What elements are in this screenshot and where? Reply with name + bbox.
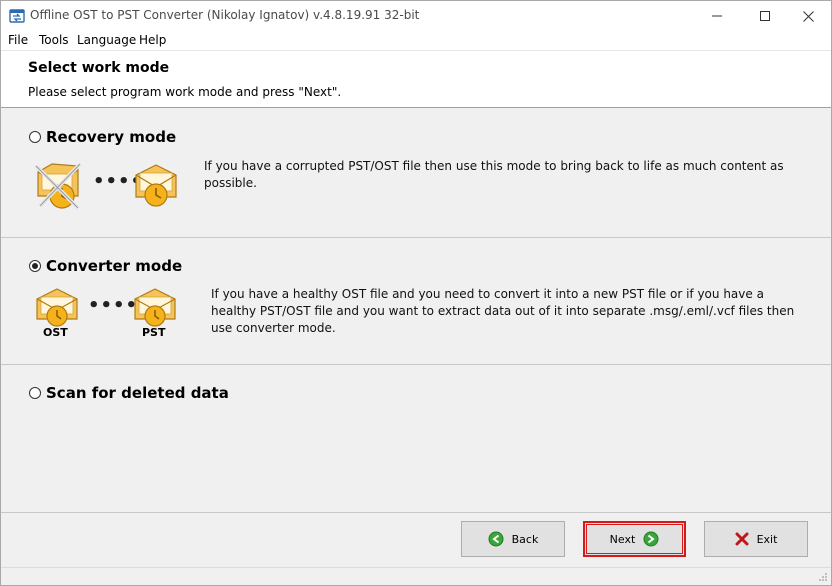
minimize-button[interactable] <box>694 1 740 31</box>
recovery-mode-radio[interactable] <box>29 131 41 143</box>
scan-mode-radio[interactable] <box>29 387 41 399</box>
button-bar: Back Next Exit <box>1 512 831 567</box>
close-icon <box>802 10 814 22</box>
resize-grip-icon[interactable] <box>818 572 828 582</box>
arrow-right-circle-icon <box>643 531 659 547</box>
page-subtitle: Please select program work mode and pres… <box>28 85 342 99</box>
ost-mailbox-icon <box>36 288 78 327</box>
converter-mode-radio[interactable] <box>29 260 41 272</box>
converter-dots: •••• <box>88 295 139 316</box>
scan-mode-label[interactable]: Scan for deleted data <box>46 384 229 402</box>
minimize-icon <box>712 15 722 17</box>
next-button-label: Next <box>609 532 636 546</box>
close-button[interactable] <box>785 1 831 31</box>
back-button[interactable]: Back <box>461 521 565 557</box>
mode-selection-panel: Recovery mode •••• If you have a corrupt… <box>1 108 831 512</box>
page-header: Select work mode Please select program w… <box>1 50 831 108</box>
recovery-mode-description: If you have a corrupted PST/OST file the… <box>204 159 784 190</box>
status-bar <box>1 567 831 585</box>
exit-button-label: Exit <box>756 532 778 546</box>
page-title: Select work mode <box>28 60 170 76</box>
broken-mailbox-icon <box>34 162 82 210</box>
converter-mode-section[interactable]: Converter mode OST •••• PST If you have … <box>1 239 831 365</box>
title-bar: Offline OST to PST Converter (Nikolay Ig… <box>1 1 831 31</box>
maximize-icon <box>760 11 770 21</box>
app-window: Offline OST to PST Converter (Nikolay Ig… <box>0 0 832 586</box>
menu-help[interactable]: Help <box>139 33 166 47</box>
pst-caption: PST <box>142 326 166 339</box>
mailbox-icon <box>135 164 177 207</box>
next-button[interactable]: Next <box>583 521 686 557</box>
pst-mailbox-icon <box>134 288 176 327</box>
recovery-mode-label[interactable]: Recovery mode <box>46 128 176 146</box>
menu-language[interactable]: Language <box>77 33 136 47</box>
converter-app-icon <box>9 9 25 23</box>
menu-tools[interactable]: Tools <box>39 33 69 47</box>
arrow-left-circle-icon <box>488 531 504 547</box>
window-title: Offline OST to PST Converter (Nikolay Ig… <box>30 8 420 22</box>
menu-bar: File Tools Language Help <box>1 31 831 50</box>
exit-button[interactable]: Exit <box>704 521 808 557</box>
converter-mode-description: If you have a healthy OST file and you n… <box>211 287 795 335</box>
menu-file[interactable]: File <box>8 33 28 47</box>
maximize-button[interactable] <box>742 1 788 31</box>
back-button-label: Back <box>511 532 539 546</box>
scan-mode-section[interactable]: Scan for deleted data <box>1 366 831 512</box>
red-x-icon <box>735 532 749 546</box>
ost-caption: OST <box>43 326 68 339</box>
recovery-mode-section[interactable]: Recovery mode •••• If you have a corrupt… <box>1 108 831 238</box>
converter-mode-label[interactable]: Converter mode <box>46 257 182 275</box>
